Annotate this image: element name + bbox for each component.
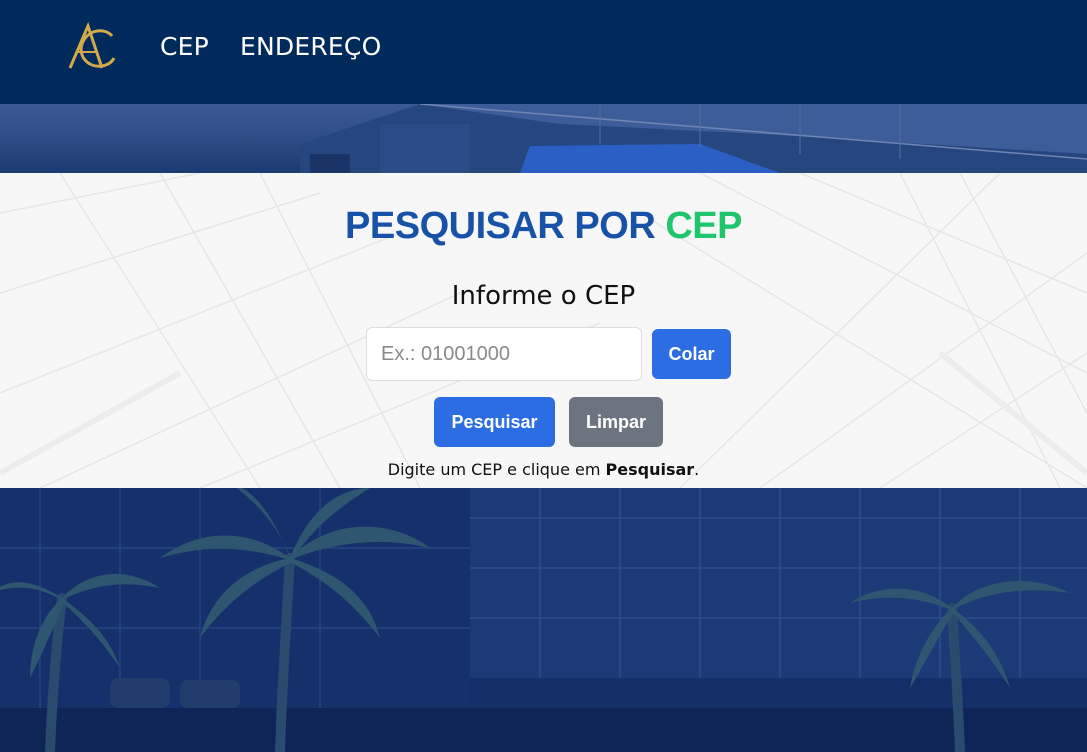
nav-link-endereco[interactable]: ENDEREÇO (240, 32, 381, 61)
cep-label: Informe o CEP (451, 281, 636, 311)
ac-monogram-logo-icon[interactable] (62, 22, 116, 72)
top-navbar: CEP ENDEREÇO (0, 0, 1087, 104)
instruction-bold: Pesquisar (605, 460, 695, 479)
background-image-bottom (0, 488, 1087, 752)
clear-button[interactable]: Limpar (569, 397, 663, 447)
cep-input[interactable] (366, 327, 642, 381)
search-panel: PESQUISAR POR CEP Informe o CEP Colar Pe… (0, 173, 1087, 488)
instruction-suffix: . (694, 460, 700, 479)
paste-button[interactable]: Colar (652, 329, 731, 379)
instruction-prefix: Digite um CEP e clique em (387, 460, 606, 479)
page-title-part2: CEP (665, 205, 742, 247)
search-button[interactable]: Pesquisar (434, 397, 555, 447)
nav-link-cep[interactable]: CEP (160, 32, 209, 61)
page-title-part1: PESQUISAR POR (345, 205, 666, 247)
instruction-text: Digite um CEP e clique em Pesquisar. (0, 460, 1087, 479)
page-title: PESQUISAR POR CEP (0, 205, 1087, 248)
background-image-top (0, 104, 1087, 173)
